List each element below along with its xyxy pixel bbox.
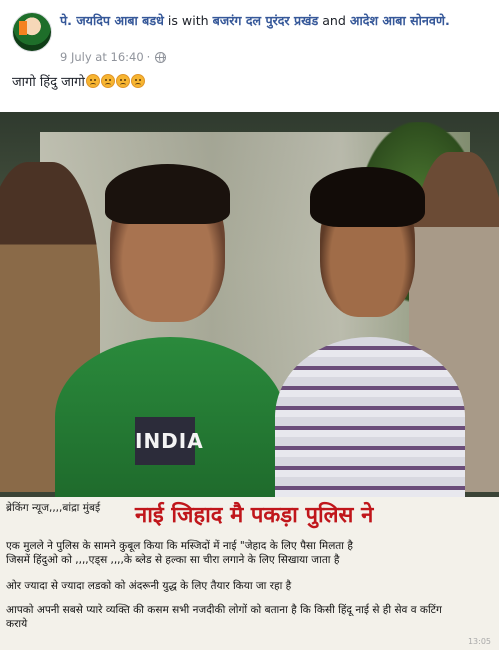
caption-headline: नाई जिहाद मै पकड़ा पुलिस ने (135, 503, 374, 528)
flag-icon (19, 21, 27, 35)
man-hair (105, 164, 230, 224)
frowning-face-icon (100, 74, 115, 88)
caption-tag: ब्रेकिंग न्यूज,,,,बांद्रा मुंबई (6, 502, 101, 514)
post-text-content: जागो हिंदु जागो (12, 75, 85, 90)
poster-line: पे. जयदिप आबा बडधे is with बजरंग दल पुरं… (60, 12, 485, 29)
caption-line-4: आपको अपनी सबसे प्यारे व्यक्ति की कसम सभी… (6, 604, 442, 616)
frowning-face-icon (85, 74, 100, 88)
timestamp-link[interactable]: 9 July at 16:40 (60, 50, 144, 64)
boy-hair (310, 167, 425, 227)
caption-line-3: ओर ज्यादा से ज्यादा लडको को अंदरूनी युद्… (6, 580, 292, 592)
frowning-face-icon (130, 74, 145, 88)
caption-line-5: कराये (6, 618, 28, 630)
photo-caption: ब्रेकिंग न्यूज,,,,बांद्रा मुंबई नाई जिहा… (0, 497, 499, 650)
and-text: and (322, 13, 346, 28)
shirt-print-text: INDIA (135, 417, 203, 465)
author-name-link[interactable]: पे. जयदिप आबा बडधे (60, 13, 164, 28)
tagged-page-link[interactable]: बजरंग दल पुरंदर प्रखंड (213, 13, 319, 28)
striped-shirt (275, 337, 465, 497)
post-photo[interactable]: INDIA ब्रेकिंग न्यूज,,,,बांद्रा मुंबई ना… (0, 112, 499, 650)
caption-stamp: 13:05 (467, 637, 491, 646)
boy-striped-shirt (265, 167, 465, 497)
tagged-user-link[interactable]: आदेश आबा सोनवणे. (350, 13, 450, 28)
caption-line-2: जिसमें हिंदुओ को ,,,,एड्स ,,,,के ब्लेड स… (6, 554, 340, 566)
post-text: जागो हिंदु जागो (12, 72, 145, 90)
with-text: is with (167, 13, 209, 28)
photo-scene: INDIA (0, 112, 499, 497)
author-avatar[interactable] (12, 12, 52, 52)
caption-line-1: एक मुलले ने पुलिस के सामने कुबूल किया कि… (6, 540, 353, 552)
frowning-face-icon (115, 74, 130, 88)
post-meta: 9 July at 16:40 · (60, 50, 167, 64)
post-header: पे. जयदिप आबा बडधे is with बजरंग दल पुरं… (0, 0, 499, 100)
globe-icon[interactable] (155, 51, 167, 63)
meta-separator: · (146, 50, 151, 64)
